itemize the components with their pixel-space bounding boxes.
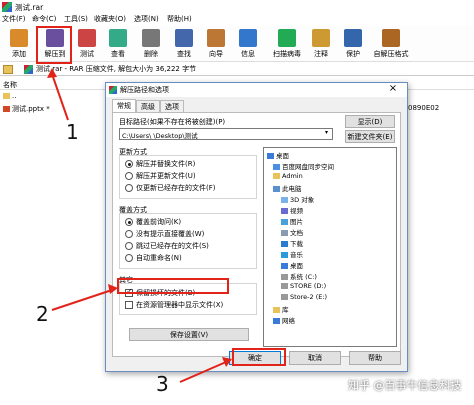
step-number-2: 2 xyxy=(36,302,49,326)
annotation-arrows xyxy=(47,68,232,383)
watermark: 知乎 @百事牛信息科技 xyxy=(348,379,462,392)
step-number-3: 3 xyxy=(156,372,169,396)
step-number-1: 1 xyxy=(66,120,79,144)
